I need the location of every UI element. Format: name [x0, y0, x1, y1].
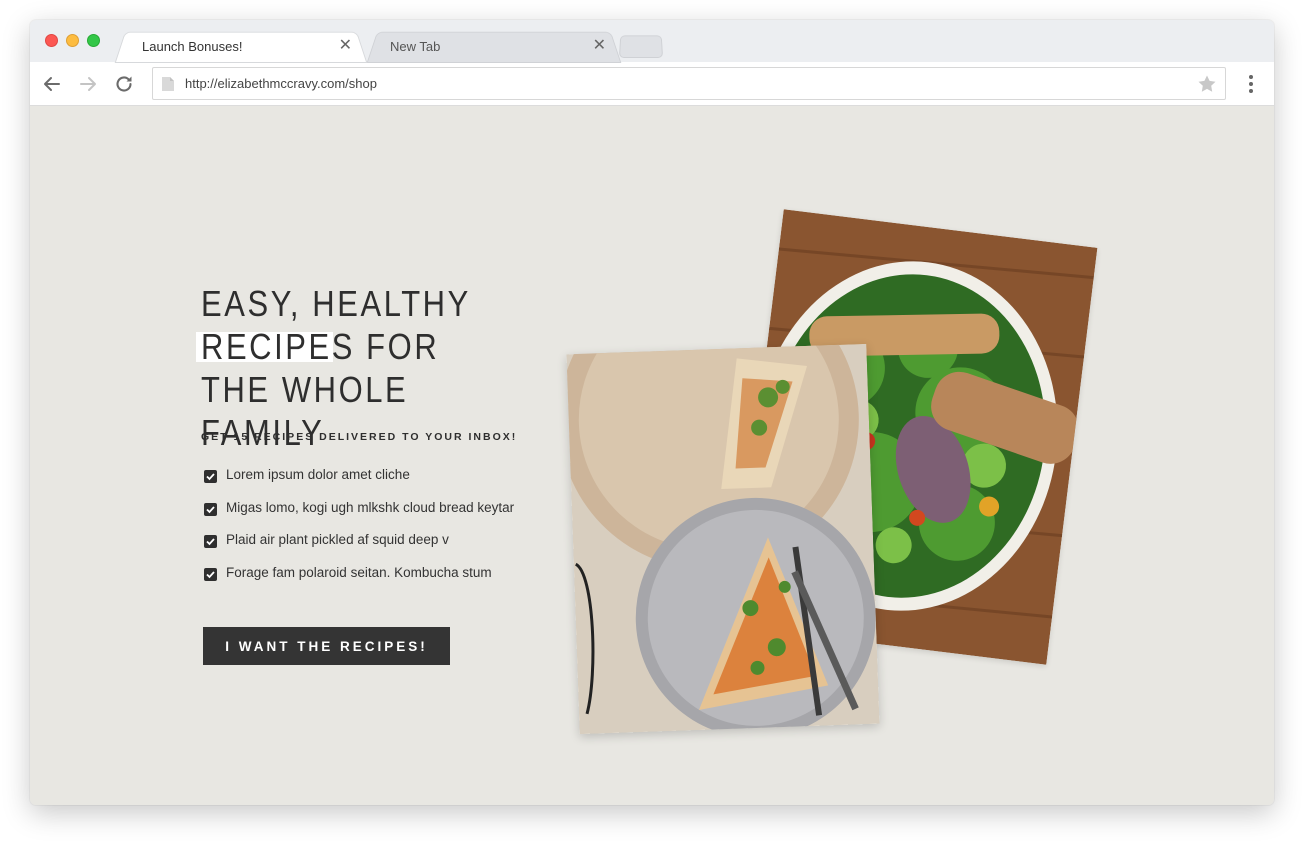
tab-close-icon[interactable]: ✕	[593, 34, 606, 56]
new-tab-button[interactable]	[620, 35, 662, 57]
checkbox-checked-icon	[204, 567, 217, 581]
page-icon	[161, 76, 175, 92]
minimize-window-button[interactable]	[66, 34, 79, 47]
pizza-photo	[566, 343, 880, 735]
menu-dots-icon[interactable]	[1248, 74, 1254, 94]
tab-bar: Launch Bonuses! ✕ New Tab ✕	[30, 20, 1274, 62]
url-text: http://elizabethmccravy.com/shop	[185, 76, 377, 91]
checklist-text: Lorem ipsum dolor amet cliche	[226, 467, 410, 482]
browser-window: Launch Bonuses! ✕ New Tab ✕ http://eliza…	[30, 20, 1274, 805]
zoom-window-button[interactable]	[87, 34, 100, 47]
checklist-text: Migas lomo, kogi ugh mlkshk cloud bread …	[226, 499, 515, 515]
get-recipes-button[interactable]: I WANT THE RECIPES!	[203, 627, 450, 665]
checkbox-checked-icon	[204, 502, 217, 516]
checklist-text: Plaid air plant pickled af squid deep v	[226, 532, 449, 547]
address-bar[interactable]: http://elizabethmccravy.com/shop	[152, 67, 1226, 100]
checkbox-checked-icon	[204, 535, 217, 548]
tab-title: Launch Bonuses!	[142, 39, 243, 54]
forward-arrow-icon[interactable]	[76, 72, 100, 96]
subheading: GET 15 RECIPES DELIVERED TO YOUR INBOX!	[201, 431, 518, 443]
browser-toolbar: http://elizabethmccravy.com/shop	[30, 62, 1274, 106]
star-icon[interactable]	[1197, 74, 1217, 94]
tab-close-icon[interactable]: ✕	[339, 34, 352, 56]
tab-new-tab[interactable]: New Tab ✕	[368, 30, 620, 62]
back-arrow-icon[interactable]	[40, 72, 64, 96]
reload-icon[interactable]	[112, 72, 136, 96]
page-title: EASY, HEALTHY RECIPES FOR THE WHOLE FAMI…	[201, 283, 471, 453]
tab-title: New Tab	[390, 39, 441, 54]
page-content: EASY, HEALTHY RECIPES FOR THE WHOLE FAMI…	[30, 106, 1274, 805]
checkbox-checked-icon	[204, 470, 217, 483]
tab-launch-bonuses[interactable]: Launch Bonuses! ✕	[116, 30, 366, 62]
close-window-button[interactable]	[45, 34, 58, 47]
checklist-text: Forage fam polaroid seitan. Kombucha stu…	[226, 564, 492, 580]
